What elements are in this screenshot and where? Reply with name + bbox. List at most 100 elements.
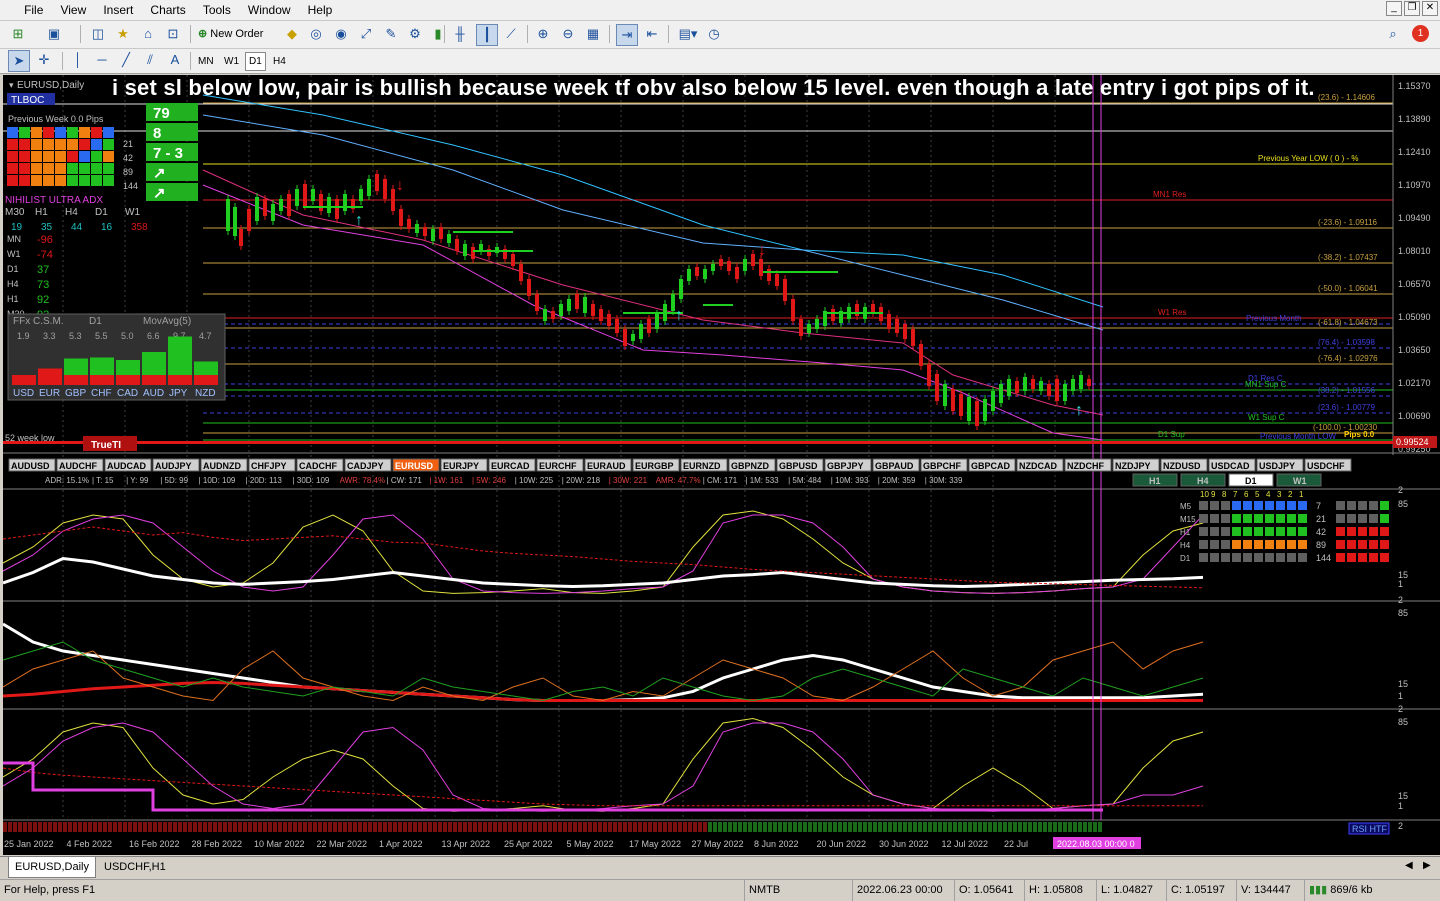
candle-body	[591, 304, 595, 316]
heat-cell	[103, 127, 114, 138]
menu-tools[interactable]: Tools	[196, 0, 238, 20]
adx-value: 19	[11, 222, 23, 233]
line-chart-icon[interactable]: ⟋	[501, 24, 521, 44]
candle-body	[943, 384, 947, 406]
heat-strip-cell	[693, 822, 697, 832]
tile-windows-icon[interactable]: ▦	[583, 24, 603, 44]
grid-head: 8	[1222, 490, 1227, 499]
grid-cell-right	[1336, 514, 1345, 523]
heat-strip-cell	[703, 822, 707, 832]
search-icon[interactable]: ⌕	[1383, 24, 1403, 44]
bar-chart-icon[interactable]: ╫	[450, 24, 470, 44]
vertical-line-icon[interactable]: │	[68, 50, 88, 70]
candlestick-icon[interactable]: ┃	[476, 24, 498, 46]
tab-eurusd-daily[interactable]: EURUSD,Daily	[8, 857, 96, 878]
heat-strip-cell	[448, 822, 452, 832]
heat-cell	[91, 139, 102, 150]
trendline-icon[interactable]: ╱	[116, 50, 136, 70]
heat-strip-cell	[733, 822, 737, 832]
menu-help[interactable]: Help	[301, 0, 340, 20]
symbol-label: CADCHF	[299, 461, 337, 471]
data-window-icon[interactable]: ★	[113, 24, 133, 44]
restore-icon[interactable]: ❐	[1404, 1, 1420, 16]
autoscroll-icon[interactable]: ⇥	[616, 24, 638, 46]
heat-strip-cell	[593, 822, 597, 832]
templates-icon[interactable]: ▤▾	[674, 24, 702, 44]
candle-body	[751, 254, 755, 266]
heat-strip-cell	[898, 822, 902, 832]
grid-cell	[1221, 514, 1230, 523]
timeframe-w1[interactable]: W1	[220, 52, 243, 71]
rsi-signal	[3, 767, 1203, 807]
tf-number: 144	[123, 181, 138, 191]
periods-icon[interactable]: ◷	[704, 24, 724, 44]
heat-strip-cell	[143, 822, 147, 832]
heat-strip-cell	[848, 822, 852, 832]
profiles-icon[interactable]: ▣	[44, 24, 64, 44]
stat-item: | 30W: 221	[609, 476, 648, 485]
grid-cell	[1199, 501, 1208, 510]
heat-strip-cell	[643, 822, 647, 832]
chart-canvas[interactable]: ↑↑↑↓↓ 2851512851512851512 1.153701.13890…	[3, 75, 1440, 855]
tab-scroll-right-icon[interactable]: ▶	[1423, 860, 1431, 871]
heat-cell	[7, 151, 18, 162]
date-tick: 22 Mar 2022	[317, 839, 368, 849]
ffx-bar-base	[116, 375, 140, 385]
notification-badge[interactable]: 1	[1412, 25, 1429, 42]
heat-strip-cell	[623, 822, 627, 832]
tab-usdchf-h1[interactable]: USDCHF,H1	[98, 857, 172, 877]
heat-strip-cell	[433, 822, 437, 832]
heat-strip-cell	[688, 822, 692, 832]
market-watch-icon[interactable]: ◫	[88, 24, 108, 44]
heat-strip-cell	[148, 822, 152, 832]
minimize-icon[interactable]: _	[1386, 1, 1402, 16]
chart-window[interactable]: ↑ ↑ ↑ ↓ ↓ 2 85 15 1 2 85 15 1 2 85 15 1 2 1.15370 1.13890…	[3, 75, 1440, 855]
metaeditor-icon[interactable]: ✎	[381, 24, 401, 44]
date-tick: 28 Feb 2022	[192, 839, 243, 849]
horizontal-line-icon[interactable]: ─	[92, 50, 112, 70]
menu-view[interactable]: View	[53, 0, 93, 20]
options-icon[interactable]: ⚙	[405, 24, 425, 44]
heat-strip-cell	[1018, 822, 1022, 832]
expert-icon[interactable]: ◆	[282, 24, 302, 44]
chart-shift-icon[interactable]: ⇤	[642, 24, 662, 44]
grid-cell-right	[1347, 527, 1356, 536]
text-label-icon[interactable]: A	[165, 50, 185, 70]
market-icon[interactable]: ◎	[306, 24, 326, 44]
adx-row-label: W1	[7, 249, 21, 259]
ffx-bar-base	[194, 375, 218, 385]
cursor-icon[interactable]: ➤	[8, 50, 30, 72]
heat-strip-cell	[373, 822, 377, 832]
candle-body	[727, 261, 731, 271]
navigator-icon[interactable]: ⌂	[138, 24, 158, 44]
signals-icon[interactable]: ◉	[331, 24, 351, 44]
grid-cell	[1287, 501, 1296, 510]
timeframe-h4[interactable]: H4	[269, 52, 290, 71]
tab-scroll-left-icon[interactable]: ◀	[1405, 860, 1413, 871]
signal-arrow: ↑	[355, 212, 363, 229]
zoom-in-icon[interactable]: ⊕	[533, 24, 553, 44]
fullscreen-icon[interactable]: ⤢	[356, 24, 376, 44]
heat-strip-cell	[393, 822, 397, 832]
grid-cell	[1254, 501, 1263, 510]
crosshair-icon[interactable]: ✛	[34, 50, 54, 70]
timeframe-d1[interactable]: D1	[245, 52, 266, 71]
channel-icon[interactable]: ⫽	[140, 50, 160, 70]
new-order-button[interactable]: ⊕ New Order	[198, 25, 263, 43]
terminal-icon[interactable]: ⊡	[163, 24, 183, 44]
adx-value: 35	[41, 222, 53, 233]
heat-strip-cell	[923, 822, 927, 832]
menu-charts[interactable]: Charts	[143, 0, 192, 20]
timeframe-mn[interactable]: MN	[194, 52, 218, 71]
rsi-htf-line	[3, 761, 1103, 812]
zoom-out-icon[interactable]: ⊖	[558, 24, 578, 44]
grid-cell-right	[1336, 553, 1345, 562]
grid-cell-right	[1358, 553, 1367, 562]
close-icon[interactable]: ✕	[1422, 1, 1438, 16]
new-chart-icon[interactable]: ⊞	[8, 24, 28, 44]
menu-file[interactable]: File	[17, 0, 50, 20]
menu-insert[interactable]: Insert	[96, 0, 140, 20]
autotrading-icon[interactable]: ▮	[428, 24, 448, 44]
grid-cell	[1298, 527, 1307, 536]
menu-window[interactable]: Window	[241, 0, 298, 20]
